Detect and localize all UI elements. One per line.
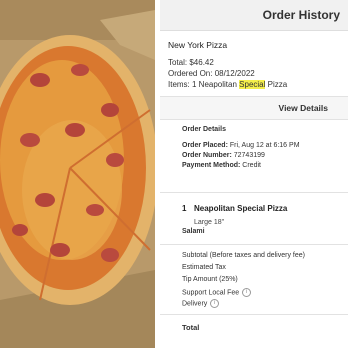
pizza-photo: [0, 0, 155, 348]
estimated-tax-label: Estimated Tax: [182, 264, 226, 271]
items-highlight: Special: [239, 80, 266, 89]
tip-amount-label: Tip Amount (25%): [182, 276, 238, 283]
payment-method-row: Payment Method: Credit: [182, 162, 261, 169]
item-name: Neapolitan Special Pizza: [194, 204, 288, 213]
support-local-fee-label: Support Local Fee: [182, 289, 240, 297]
order-number-row: Order Number: 72743199: [182, 152, 265, 159]
order-total: Total: $46.42: [168, 58, 214, 67]
divider: [160, 314, 348, 315]
delivery-row: Delivery i: [182, 299, 220, 308]
item-option: Salami: [182, 228, 205, 235]
divider: [160, 192, 348, 193]
store-name: New York Pizza: [168, 40, 228, 50]
view-details-label: View Details: [278, 103, 328, 113]
items-prefix: Items: 1 Neapolitan: [168, 80, 240, 89]
items-suffix: Pizza: [265, 80, 288, 89]
order-history-panel: Order History New York Pizza Total: $46.…: [160, 0, 348, 348]
items-summary: Items: 1 Neapolitan Special Pizza: [168, 80, 287, 89]
order-history-header: Order History: [160, 0, 348, 31]
subtotal-label: Subtotal (Before taxes and delivery fee): [182, 252, 305, 259]
order-placed-row: Order Placed: Fri, Aug 12 at 6:16 PM: [182, 142, 300, 149]
delivery-label: Delivery: [182, 300, 208, 308]
item-size: Large 18": [194, 219, 225, 226]
divider: [160, 119, 348, 120]
order-details-title: Order Details: [182, 126, 226, 133]
info-icon[interactable]: i: [242, 288, 252, 297]
item-quantity: 1: [182, 204, 187, 213]
page-title: Order History: [262, 8, 340, 22]
view-details-button[interactable]: View Details: [160, 97, 348, 119]
ordered-on: Ordered On: 08/12/2022: [168, 69, 255, 78]
total-label: Total: [182, 323, 200, 332]
support-local-fee-row: Support Local Fee i: [182, 288, 252, 297]
info-icon[interactable]: i: [210, 299, 220, 308]
divider: [160, 244, 348, 245]
